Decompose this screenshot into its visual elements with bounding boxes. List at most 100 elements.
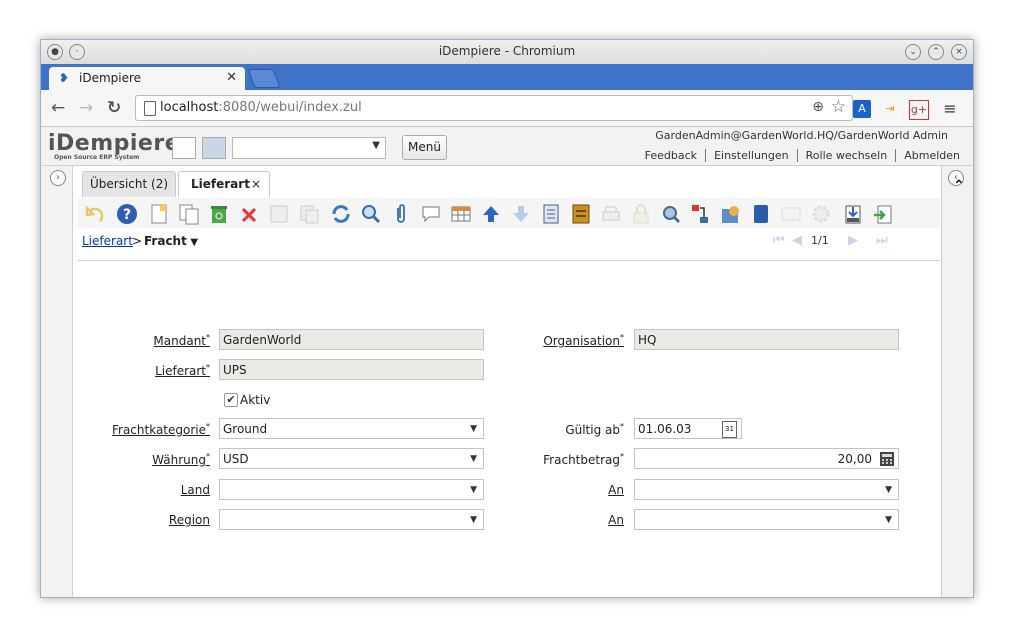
detail-record-icon[interactable] [510,203,532,225]
an-label-1[interactable]: An [542,483,624,497]
land-label[interactable]: Land [122,483,210,497]
waehrung-select[interactable]: USD ▼ [219,448,484,469]
chevron-down-icon[interactable]: ▼ [470,419,477,440]
an-select-1[interactable]: ▼ [634,479,899,500]
change-role-link[interactable]: Rolle wechseln [796,149,896,162]
land-select[interactable]: ▼ [219,479,484,500]
idempiere-favicon-icon: ❥ [59,71,70,85]
organisation-field[interactable]: HQ [634,329,899,350]
menu-button[interactable]: Menü [402,135,447,160]
aktiv-checkbox[interactable]: ✔ [224,393,238,407]
chevron-down-icon[interactable]: ▼ [470,480,477,501]
close-window-icon[interactable]: × [951,44,967,60]
first-record-icon[interactable]: ⏮ [773,233,785,248]
copy-record-icon[interactable] [178,203,200,225]
zoom-icon[interactable]: ⊕ [812,99,824,115]
waehrung-label[interactable]: Währung* [122,452,210,467]
chevron-down-icon[interactable]: ▼ [372,140,380,151]
save-icon[interactable] [268,203,290,225]
next-record-icon[interactable]: ▶ [848,233,858,248]
chevron-down-icon[interactable]: ▼ [470,510,477,531]
mandant-field[interactable]: GardenWorld [219,329,484,350]
bookmark-star-icon[interactable]: ☆ [831,97,846,117]
tab-lieferart[interactable]: Lieferart × [178,171,270,197]
previous-record-icon[interactable]: ◀ [792,233,802,248]
logout-link[interactable]: Abmelden [895,149,968,162]
frachtkategorie-label[interactable]: Frachtkategorie* [102,422,210,437]
tab-overview[interactable]: Übersicht (2) [82,171,176,197]
gueltig-date-field[interactable]: 01.06.03 31 [634,418,742,439]
attachment-icon[interactable] [390,203,412,225]
an-label-2[interactable]: An [542,513,624,527]
maximize-icon[interactable]: ⌃ [928,44,944,60]
delete-selection-icon[interactable] [238,203,260,225]
delete-record-icon[interactable] [208,203,230,225]
user-info[interactable]: GardenAdmin@GardenWorld.HQ/GardenWorld A… [655,129,948,142]
frachtkategorie-value: Ground [223,422,268,436]
page-icon [144,101,156,116]
chrome-menu-icon[interactable]: ≡ [941,100,959,118]
translate-extension-icon[interactable]: A [853,100,871,118]
active-workflows-icon[interactable] [720,203,742,225]
an-select-2[interactable]: ▼ [634,509,899,530]
mandant-label[interactable]: Mandant* [122,333,210,348]
new-window-icon[interactable] [172,137,196,159]
breadcrumb-current[interactable]: Fracht ▼ [144,234,198,248]
chevron-down-icon[interactable]: ▼ [885,510,892,531]
settings-gear-icon[interactable] [810,203,832,225]
global-search-combo[interactable]: ▼ [232,137,386,159]
lock-icon[interactable] [630,203,652,225]
omnibox[interactable]: localhost:8080/webui/index.zul ⊕ ☆ [135,95,853,121]
collapse-icon[interactable]: ⌃ [953,178,965,194]
new-record-icon[interactable] [148,203,170,225]
breadcrumb-current-label: Fracht [144,234,187,248]
forward-icon[interactable]: → [79,98,93,118]
close-tab-icon[interactable]: ✕ [226,70,237,85]
export-icon[interactable] [872,203,894,225]
refresh-icon[interactable] [330,203,352,225]
find-icon[interactable] [360,203,382,225]
request-icon[interactable] [750,203,772,225]
lieferart-label[interactable]: Lieferart* [122,363,210,378]
settings-link[interactable]: Einstellungen [705,149,797,162]
chevron-down-icon[interactable]: ▼ [885,480,892,501]
frachtkategorie-select[interactable]: Ground ▼ [219,418,484,439]
reload-icon[interactable]: ↻ [107,98,121,118]
minimize-icon[interactable]: ⌄ [905,44,921,60]
feedback-link[interactable]: Feedback [637,149,705,162]
close-tab-lieferart-icon[interactable]: × [251,172,261,196]
browser-tab[interactable]: ❥ iDempiere ✕ [49,67,245,90]
calculator-icon[interactable] [879,451,895,467]
url-text[interactable]: localhost:8080/webui/index.zul [160,100,362,115]
product-info-icon[interactable] [780,203,802,225]
caret-down-icon[interactable]: ▼ [187,237,198,248]
organisation-label[interactable]: Organisation* [522,333,624,348]
parent-record-icon[interactable] [480,203,502,225]
svg-text:?: ? [123,207,131,223]
workflow-icon[interactable] [690,203,712,225]
frachtbetrag-field[interactable]: 20,00 [634,448,899,469]
undo-icon[interactable] [84,203,106,225]
cast-extension-icon[interactable]: ⇥ [881,100,899,118]
grid-toggle-icon[interactable] [450,203,472,225]
archive-icon[interactable] [570,203,592,225]
chevron-down-icon[interactable]: ▼ [470,449,477,470]
zoom-across-icon[interactable] [660,203,682,225]
region-label[interactable]: Region [122,513,210,527]
new-tab-button[interactable] [247,69,281,88]
region-select[interactable]: ▼ [219,509,484,530]
open-folder-icon[interactable] [202,137,226,159]
save-new-icon[interactable] [298,203,320,225]
calendar-icon[interactable]: 31 [722,421,737,438]
breadcrumb-parent-link[interactable]: Lieferart [82,234,133,248]
print-icon[interactable] [600,203,622,225]
import-icon[interactable] [842,203,864,225]
history-icon[interactable] [540,203,562,225]
back-icon[interactable]: ← [51,98,65,118]
lieferart-field[interactable]: UPS [219,359,484,380]
last-record-icon[interactable]: ⏭ [876,233,888,248]
chat-icon[interactable] [420,203,442,225]
expand-left-icon[interactable]: › [50,170,66,186]
google-plus-extension-icon[interactable]: g+ [909,100,929,120]
help-icon[interactable]: ? [116,203,138,225]
